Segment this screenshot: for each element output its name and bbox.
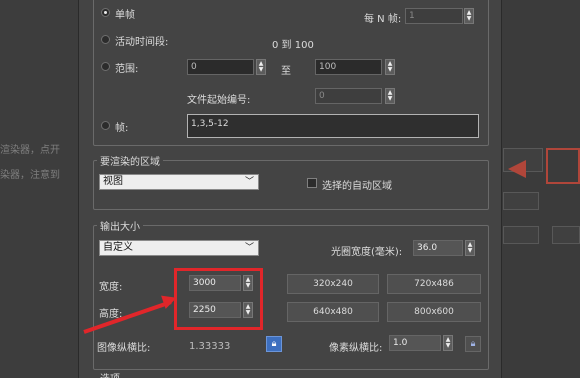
file-start-spinner[interactable]: ▲ ▼ [385, 88, 395, 104]
annotation-highlight-box [174, 268, 263, 330]
frames-label: 帧: [115, 123, 129, 134]
range-to-spinner[interactable]: ▲ ▼ [385, 59, 395, 75]
frames-radio[interactable] [101, 121, 110, 130]
every-n-frames-label: 每 N 帧: [364, 14, 402, 25]
background-box [503, 226, 539, 244]
chevron-down-icon: ﹀ [244, 243, 254, 253]
active-segment-radio[interactable] [101, 35, 110, 44]
background-box [552, 226, 580, 244]
aperture-label: 光圈宽度(毫米): [331, 247, 403, 258]
output-size-title: 输出大小 [97, 218, 143, 233]
chevron-down-icon: ﹀ [244, 177, 254, 187]
render-area-dropdown[interactable]: 视图 ﹀ [99, 174, 259, 190]
background-text-2: 染器，注意到 [0, 170, 60, 181]
range-label: 范围: [115, 64, 139, 75]
output-size-preset-value: 自定义 [103, 242, 133, 253]
render-area-value: 视图 [103, 176, 123, 187]
range-radio[interactable] [101, 62, 110, 71]
preset-800x600-button[interactable]: 800x600 [387, 302, 481, 322]
aperture-spinner[interactable]: ▲ ▼ [465, 240, 475, 256]
background-arrow-icon [508, 160, 526, 178]
every-n-frames-spinner[interactable]: ▲ ▼ [464, 8, 474, 24]
image-aspect-value: 1.33333 [189, 341, 231, 352]
lock-icon: 🔒︎ [470, 339, 476, 349]
aperture-input[interactable]: 36.0 [413, 240, 463, 256]
background-text-1: 渲染器，点开 [0, 145, 60, 156]
frames-textarea[interactable]: 1,3,5-12 [187, 114, 479, 138]
pixel-aspect-input[interactable]: 1.0 [389, 335, 441, 351]
image-aspect-lock-button[interactable]: 🔒︎ [266, 336, 282, 352]
single-frame-label: 单帧 [115, 10, 135, 21]
image-aspect-label: 图像纵横比: [97, 343, 151, 354]
auto-region-checkbox[interactable] [307, 178, 317, 188]
file-start-label: 文件起始编号: [187, 95, 251, 106]
background-panel [0, 0, 78, 378]
preset-320x240-button[interactable]: 320x240 [287, 274, 379, 294]
single-frame-radio[interactable] [101, 8, 110, 17]
range-to-label: 至 [281, 66, 291, 77]
pixel-aspect-lock-button[interactable]: 🔒︎ [465, 336, 481, 352]
range-from-spinner[interactable]: ▲ ▼ [256, 59, 266, 75]
render-area-title: 要渲染的区域 [97, 153, 163, 168]
range-to-input[interactable]: 100 [315, 59, 382, 75]
active-segment-label: 活动时间段: [115, 37, 169, 48]
output-size-preset-dropdown[interactable]: 自定义 ﹀ [99, 240, 259, 256]
pixel-aspect-spinner[interactable]: ▲ ▼ [443, 335, 453, 351]
pixel-aspect-label: 像素纵横比: [329, 343, 383, 354]
preset-640x480-button[interactable]: 640x480 [287, 302, 379, 322]
background-highlight [546, 148, 580, 184]
auto-region-label: 选择的自动区域 [322, 181, 392, 192]
options-title: 选项 [97, 370, 123, 378]
width-label: 宽度: [99, 282, 123, 293]
preset-720x486-button[interactable]: 720x486 [387, 274, 481, 294]
render-setup-dialog: 单帧 每 N 帧: 1 ▲ ▼ 活动时间段: 0 到 100 范围: 0 ▲ ▼ 至… [78, 0, 502, 378]
lock-icon: 🔒︎ [271, 339, 277, 349]
file-start-input[interactable]: 0 [315, 88, 382, 104]
every-n-frames-input[interactable]: 1 [405, 8, 463, 24]
background-box [503, 192, 539, 210]
range-from-input[interactable]: 0 [187, 59, 254, 75]
active-segment-range: 0 到 100 [272, 40, 314, 51]
